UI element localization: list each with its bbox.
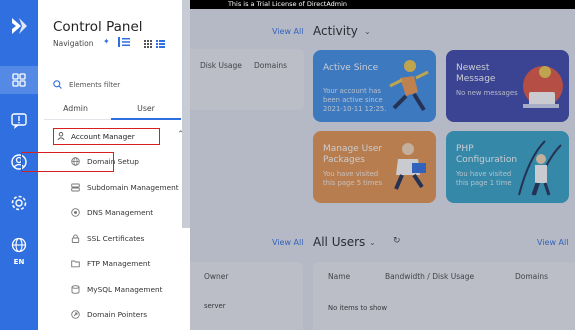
pointer-icon — [71, 310, 80, 319]
menu-item-label: MySQL Management — [87, 285, 163, 294]
panel-title: Control Panel — [53, 19, 143, 35]
bandwidth-column-header[interactable]: Bandwidth / Disk Usage — [385, 272, 474, 281]
navigation-label: Navigation — [53, 39, 94, 48]
active-tab-indicator — [111, 118, 181, 120]
person-config-illustration-icon — [518, 140, 562, 196]
owner-header: Owner — [204, 272, 229, 281]
tile-title: Manage User Packages — [323, 144, 383, 165]
account-manager-label: Account Manager — [71, 132, 135, 141]
all-users-view-all-link[interactable]: View All — [537, 238, 568, 247]
elements-filter-input[interactable] — [69, 78, 177, 92]
panel-scrollbar[interactable] — [182, 0, 190, 228]
folder-icon — [71, 260, 80, 268]
grid-apps-icon — [12, 73, 26, 87]
directadmin-logo-icon[interactable] — [9, 16, 29, 36]
refresh-icon[interactable]: ↻ — [393, 236, 401, 246]
activity-title: Activity — [313, 24, 358, 38]
view-all-link-top[interactable]: View All — [272, 27, 303, 36]
grid-view-icon[interactable] — [144, 40, 152, 48]
messages-alert-icon[interactable] — [9, 110, 29, 130]
name-column-header[interactable]: Name — [328, 272, 350, 281]
domains-header: Domains — [254, 61, 288, 70]
view-all-link-left[interactable]: View All — [272, 238, 303, 247]
tile-text: You have visited this page 5 times — [323, 170, 383, 187]
menu-item-label: Subdomain Management — [87, 183, 179, 192]
users-table-card: Name Bandwidth / Disk Usage Domains No i… — [313, 262, 575, 330]
owner-value: server — [204, 302, 226, 310]
database-icon — [71, 285, 80, 294]
all-users-title: All Users — [313, 235, 366, 249]
person-package-illustration-icon — [394, 143, 426, 190]
lock-icon — [71, 234, 80, 243]
menu-item-label: SSL Certificates — [87, 234, 145, 243]
search-icon — [53, 80, 62, 89]
empty-table-message: No items to show — [328, 304, 388, 312]
tile-title: Active Since — [323, 63, 379, 73]
elements-filter — [53, 78, 178, 92]
list-view-active-icon[interactable] — [118, 37, 130, 47]
menu-item-label: Domain Pointers — [87, 310, 148, 319]
tile-active-since[interactable]: Active Since Your account has been activ… — [313, 50, 436, 122]
domain-setup-highlight — [21, 152, 114, 172]
tile-text: Your account has been active since 2021-… — [323, 87, 387, 113]
language-globe-icon[interactable] — [9, 235, 29, 255]
tab-admin[interactable]: Admin — [44, 104, 107, 113]
settings-gear-icon[interactable] — [9, 193, 29, 213]
menu-item-label: FTP Management — [87, 259, 151, 268]
running-person-illustration-icon — [389, 60, 429, 112]
owner-table-card: Owner server — [190, 262, 303, 330]
domains-column-header[interactable]: Domains — [515, 272, 548, 281]
pin-icon[interactable]: ✦ — [103, 37, 110, 46]
dashboard-nav-active[interactable] — [0, 66, 38, 94]
language-code[interactable]: EN — [0, 258, 38, 266]
disk-usage-header: Disk Usage — [200, 61, 242, 70]
tile-text: No new messages — [456, 89, 518, 97]
tile-title: Newest Message — [456, 63, 496, 84]
tile-text: You have visited this page 1 time — [456, 170, 512, 187]
tab-user[interactable]: User — [111, 104, 181, 113]
menu-item-label: DNS Management — [87, 208, 154, 217]
dns-icon — [71, 208, 80, 217]
account-manager-group[interactable]: Account Manager ⌃ — [53, 128, 187, 145]
person-laptop-illustration-icon — [523, 66, 563, 108]
server-icon — [71, 183, 80, 192]
tile-newest-message[interactable]: Newest Message No new messages — [446, 50, 569, 122]
left-summary-card: Disk Usage Domains — [190, 49, 304, 110]
tile-title: PHP Configuration — [456, 144, 518, 165]
tile-manage-user-packages[interactable]: Manage User Packages You have visited th… — [313, 131, 436, 203]
activity-chevron-icon[interactable]: ⌄ — [364, 27, 371, 36]
tile-php-configuration[interactable]: PHP Configuration You have visited this … — [446, 131, 569, 203]
all-users-chevron-icon[interactable]: ⌄ — [369, 238, 376, 247]
compact-list-view-icon[interactable] — [156, 40, 165, 48]
user-icon — [57, 132, 65, 140]
